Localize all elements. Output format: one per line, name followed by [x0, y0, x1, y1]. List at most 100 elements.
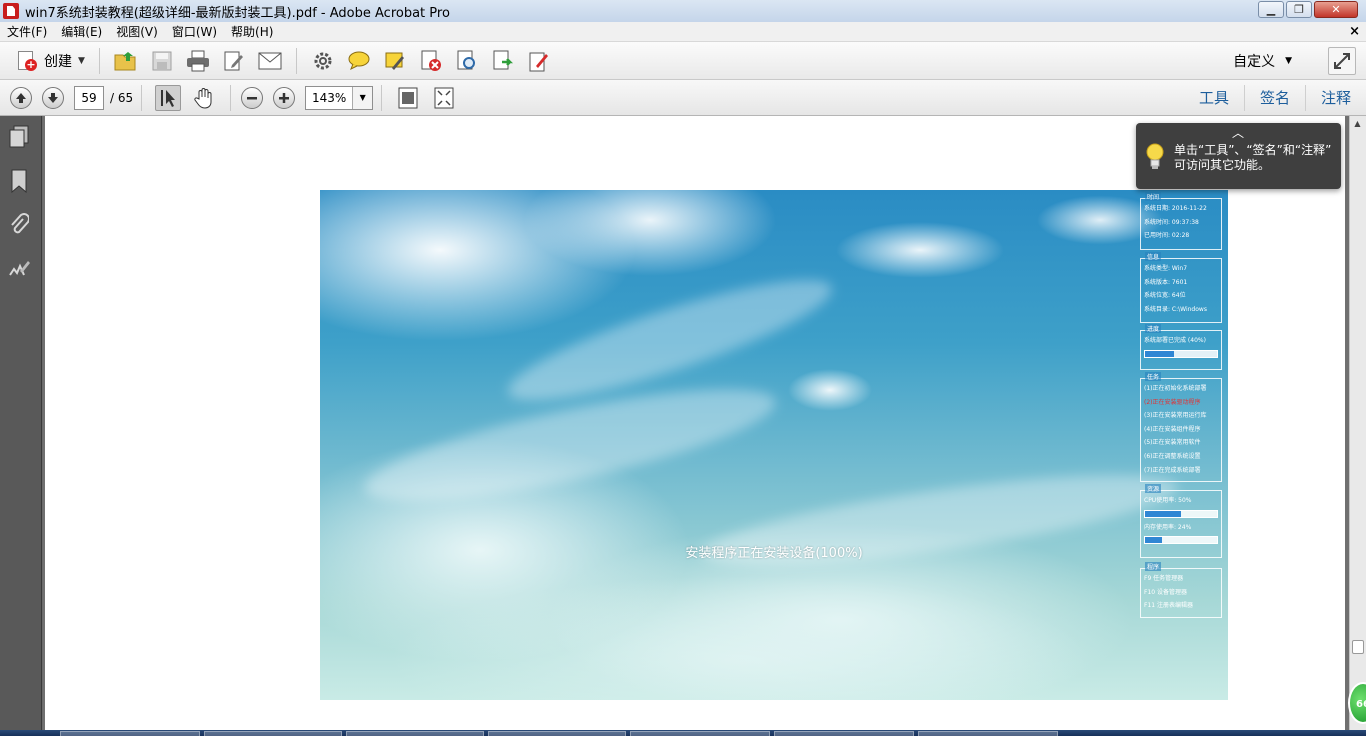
- previous-page-button[interactable]: [10, 86, 32, 109]
- page-number-input[interactable]: 59: [74, 85, 104, 110]
- system-time-text: 系统时间: 09:37:38: [1144, 218, 1199, 226]
- tasks-group-title: 任务: [1145, 372, 1162, 381]
- system-info-group: 信息 系统类型: Win7 系统版本: 7601 系统位宽: 64位 系统目录:…: [1140, 252, 1222, 323]
- tab-comment[interactable]: 注释: [1304, 85, 1366, 111]
- tab-sign[interactable]: 签名: [1243, 85, 1305, 111]
- fit-width-icon[interactable]: [431, 85, 457, 111]
- highlight-icon[interactable]: [382, 48, 408, 74]
- gear-icon[interactable]: [310, 48, 336, 74]
- menu-file[interactable]: 文件(F): [0, 23, 54, 40]
- navigation-toolbar: 59 / 65 143% ▼ 工具 签名 注释: [0, 80, 1366, 116]
- menu-edit[interactable]: 编辑(E): [54, 23, 109, 40]
- deploy-progress-fill: [1145, 350, 1174, 357]
- attachments-icon[interactable]: [6, 212, 32, 238]
- open-folder-icon[interactable]: [113, 48, 139, 74]
- arrow-down-icon: [48, 92, 58, 103]
- menu-view[interactable]: 视图(V): [109, 23, 165, 40]
- menu-window[interactable]: 窗口(W): [165, 23, 224, 40]
- system-bits-text: 系统位宽: 64位: [1144, 292, 1186, 300]
- plus-icon: [279, 92, 290, 103]
- task-item: (6)正在调整系统设置: [1144, 452, 1201, 460]
- taskbar-item[interactable]: [630, 731, 770, 736]
- cpu-usage-fill: [1145, 510, 1181, 517]
- progress-group: 进度 系统部署已完成 (40%): [1140, 324, 1222, 370]
- chevron-up-icon[interactable]: ︿: [1232, 124, 1244, 141]
- close-document-button[interactable]: ×: [1349, 24, 1360, 39]
- arrow-up-icon: [16, 92, 26, 103]
- cpu-usage-text: CPU使用率: 50%: [1144, 497, 1192, 504]
- page-thumbnails-icon[interactable]: [6, 124, 32, 150]
- scroll-thumb[interactable]: [1352, 640, 1364, 654]
- minus-icon: [247, 96, 258, 99]
- zoom-out-button[interactable]: [241, 86, 264, 109]
- taskbar-item[interactable]: [488, 731, 626, 736]
- restore-button[interactable]: ❐: [1286, 1, 1312, 18]
- deploy-progress-text: 系统部署已完成 (40%): [1144, 337, 1206, 344]
- progress-group-title: 进度: [1145, 324, 1162, 333]
- system-type-text: 系统类型: Win7: [1144, 265, 1188, 272]
- task-item: (5)正在安装常用软件: [1144, 439, 1201, 447]
- pdf-page: 安装程序正在安装设备(100%) 时间 系统日期: 2016-11-22 系统时…: [45, 116, 1345, 730]
- system-directory-text: 系统目录: C:\Windows: [1144, 305, 1207, 313]
- tab-tools[interactable]: 工具: [1184, 85, 1244, 111]
- customize-dropdown[interactable]: 自定义 ▼: [1233, 51, 1292, 71]
- comment-icon[interactable]: [346, 48, 372, 74]
- resources-group: 资源 CPU使用率: 50% 内存使用率: 24%: [1140, 484, 1222, 558]
- export-icon[interactable]: [490, 48, 516, 74]
- tooltip-message: 单击“工具”、“签名”和“注释” 可访问其它功能。: [1174, 143, 1336, 173]
- hand-tool-icon[interactable]: [191, 85, 217, 111]
- lightbulb-icon: [1146, 143, 1164, 169]
- screenshot-image: 安装程序正在安装设备(100%) 时间 系统日期: 2016-11-22 系统时…: [320, 190, 1228, 700]
- print-icon[interactable]: [185, 48, 211, 74]
- resources-group-title: 资源: [1145, 484, 1162, 493]
- vertical-scrollbar[interactable]: ▲: [1349, 116, 1366, 730]
- email-icon[interactable]: [257, 48, 283, 74]
- tooltip-line-1: 单击“工具”、“签名”和“注释”: [1174, 143, 1332, 157]
- taskbar-item[interactable]: [204, 731, 342, 736]
- toolbar-separator: [141, 84, 143, 111]
- save-icon[interactable]: [149, 48, 175, 74]
- chevron-down-icon[interactable]: ▼: [352, 86, 373, 109]
- create-button[interactable]: + 创建 ▼: [10, 47, 91, 75]
- create-pdf-icon: +: [16, 50, 38, 72]
- select-tool-icon[interactable]: [155, 84, 182, 111]
- full-screen-button[interactable]: [1328, 47, 1356, 75]
- taskbar-item[interactable]: [60, 731, 200, 736]
- edit-document-icon[interactable]: [221, 48, 247, 74]
- device-manager-shortcut: F10 设备管理器: [1144, 588, 1187, 596]
- task-item: (3)正在安装常用运行库: [1144, 412, 1207, 420]
- registry-editor-shortcut: F11 注册表编辑器: [1144, 602, 1193, 610]
- tools-tip-popup[interactable]: ︿ 单击“工具”、“签名”和“注释” 可访问其它功能。: [1136, 123, 1341, 189]
- install-progress-text: 安装程序正在安装设备(100%): [685, 546, 863, 561]
- customize-label: 自定义: [1233, 54, 1276, 70]
- next-page-button[interactable]: [42, 86, 64, 109]
- tooltip-line-2: 可访问其它功能。: [1174, 158, 1271, 172]
- delete-page-icon[interactable]: [418, 48, 444, 74]
- deployment-info-panel: 时间 系统日期: 2016-11-22 系统时间: 09:37:38 已用时间:…: [1140, 192, 1224, 624]
- shortcuts-group: 程序 F9 任务管理器 F10 设备管理器 F11 注册表编辑器: [1140, 562, 1222, 618]
- sign-document-icon[interactable]: [526, 48, 552, 74]
- title-bar: win7系统封装教程(超级详细-最新版封装工具).pdf - Adobe Acr…: [0, 0, 1366, 22]
- fit-page-icon[interactable]: [395, 85, 421, 111]
- bookmarks-icon[interactable]: [6, 168, 32, 194]
- scroll-up-icon[interactable]: ▲: [1350, 116, 1365, 132]
- page-search-icon[interactable]: [454, 48, 480, 74]
- window-controls: ▁ ❐ ✕: [1258, 1, 1358, 18]
- zoom-select[interactable]: 143% ▼: [305, 85, 374, 110]
- taskbar: [0, 730, 1366, 736]
- signatures-icon[interactable]: [6, 256, 32, 282]
- taskbar-item[interactable]: [346, 731, 484, 736]
- toolbar-separator: [98, 47, 100, 74]
- zoom-in-button[interactable]: [273, 86, 296, 109]
- taskbar-item[interactable]: [918, 731, 1058, 736]
- zoom-value: 143%: [311, 90, 347, 105]
- minimize-button[interactable]: ▁: [1258, 1, 1284, 18]
- task-item: (7)正在完成系统部署: [1144, 466, 1201, 474]
- menu-help[interactable]: 帮助(H): [224, 23, 280, 40]
- taskbar-item[interactable]: [774, 731, 914, 736]
- acrobat-icon: [3, 3, 19, 19]
- document-area: 安装程序正在安装设备(100%) 时间 系统日期: 2016-11-22 系统时…: [43, 116, 1349, 730]
- close-button[interactable]: ✕: [1314, 1, 1358, 18]
- menu-bar: 文件(F) 编辑(E) 视图(V) 窗口(W) 帮助(H) ×: [0, 22, 1366, 42]
- chevron-down-icon: ▼: [78, 55, 85, 66]
